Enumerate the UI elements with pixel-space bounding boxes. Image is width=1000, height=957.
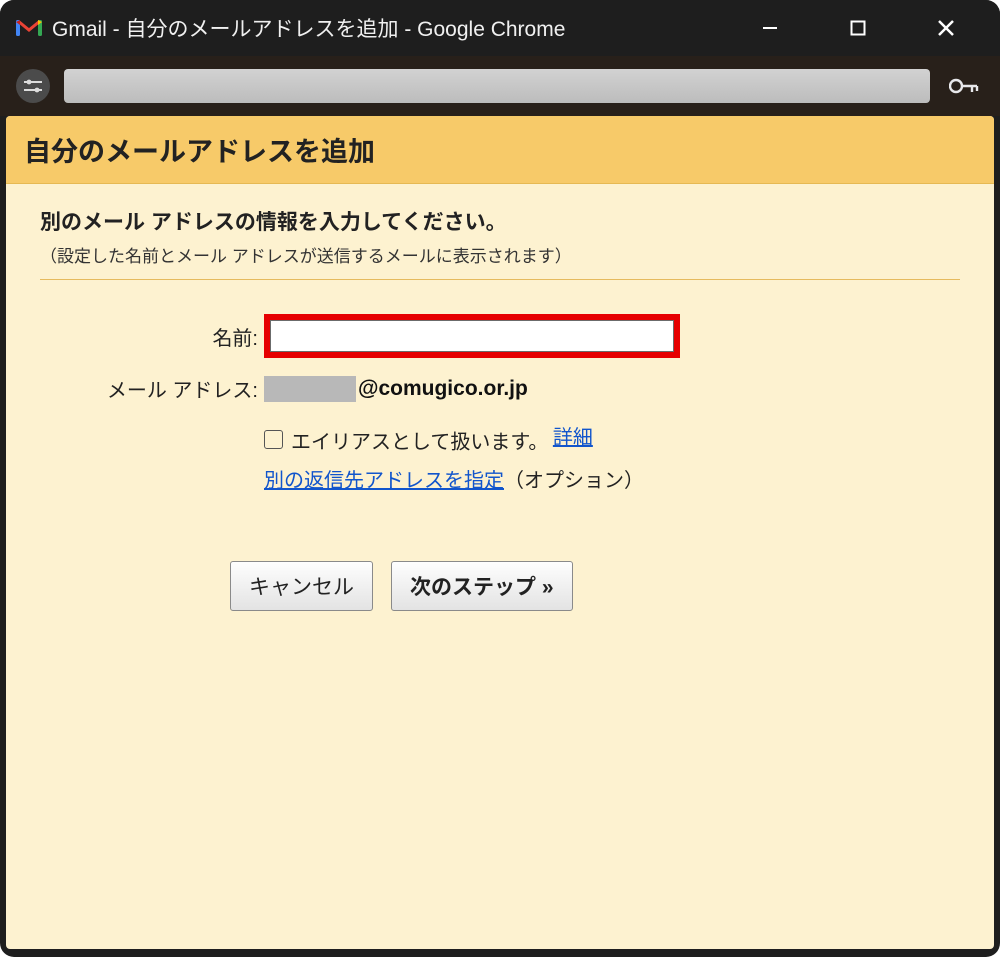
divider xyxy=(40,279,960,280)
form: 名前: メール アドレス: @comugico.or.jp xyxy=(40,302,680,505)
chrome-window: Gmail - 自分のメールアドレスを追加 - Google Chrome xyxy=(0,0,1000,957)
minimize-button[interactable] xyxy=(748,8,792,48)
close-button[interactable] xyxy=(924,8,968,48)
section-heading: 別のメール アドレスの情報を入力してください。 xyxy=(40,206,960,236)
url-bar xyxy=(0,56,1000,116)
page-title: 自分のメールアドレスを追加 xyxy=(24,130,976,169)
maximize-button[interactable] xyxy=(836,8,880,48)
alt-reply-link[interactable]: 別の返信先アドレスを指定 xyxy=(264,470,504,492)
window-controls xyxy=(748,8,988,48)
email-label: メール アドレス: xyxy=(40,370,260,407)
email-prefix-redacted xyxy=(264,376,356,402)
next-step-button[interactable]: 次のステップ » xyxy=(391,561,573,611)
titlebar: Gmail - 自分のメールアドレスを追加 - Google Chrome xyxy=(0,0,1000,56)
window-title: Gmail - 自分のメールアドレスを追加 - Google Chrome xyxy=(52,13,565,43)
name-input[interactable] xyxy=(270,320,674,352)
alias-checkbox[interactable] xyxy=(264,430,283,449)
site-settings-icon[interactable] xyxy=(16,69,50,103)
name-highlight xyxy=(264,314,680,358)
alias-detail-link[interactable]: 詳細 xyxy=(553,427,593,449)
alias-label: エイリアスとして扱います。 xyxy=(291,431,548,453)
section-subtext: （設定した名前とメール アドレスが送信するメールに表示されます） xyxy=(40,242,960,267)
gmail-icon xyxy=(16,18,42,38)
name-label: 名前: xyxy=(40,310,260,362)
email-domain: @comugico.or.jp xyxy=(356,377,528,401)
page-header: 自分のメールアドレスを追加 xyxy=(6,116,994,184)
cancel-button[interactable]: キャンセル xyxy=(230,561,373,611)
button-row: キャンセル 次のステップ » xyxy=(40,561,960,611)
url-field[interactable] xyxy=(64,69,930,103)
password-key-icon[interactable] xyxy=(944,66,984,106)
option-text: （オプション） xyxy=(504,470,644,492)
page-content: 自分のメールアドレスを追加 別のメール アドレスの情報を入力してください。 （設… xyxy=(6,116,994,949)
